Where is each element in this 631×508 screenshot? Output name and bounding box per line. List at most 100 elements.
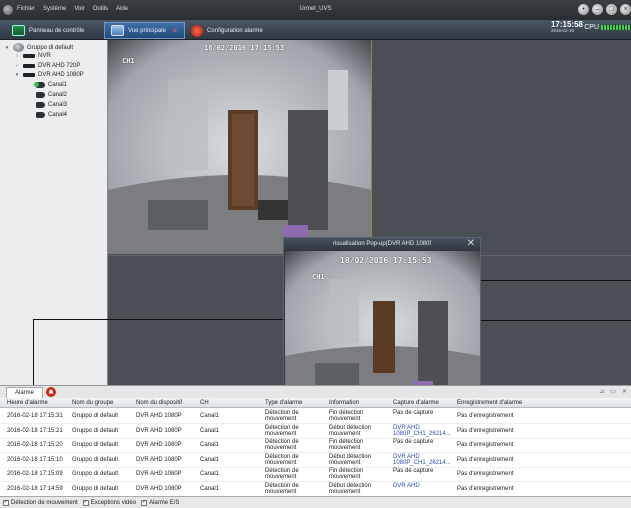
table-cell: DVR AHD 1080P: [136, 456, 182, 463]
dvr-icon: [23, 54, 35, 58]
table-cell: DVR AHD 1080P: [136, 485, 182, 492]
column-header[interactable]: Heure d'alarme: [7, 400, 48, 406]
video-channel-label: CH1: [122, 57, 135, 65]
close-tab-icon[interactable]: ✕: [172, 27, 178, 35]
tree-channel-3[interactable]: Canal3: [36, 102, 67, 108]
popup-video-pane[interactable]: 18/02/2016 17:15:53 CH1: [285, 251, 480, 401]
capture-link[interactable]: DVR AHD: [393, 483, 455, 489]
expand-arrow-icon[interactable]: ▾: [14, 72, 20, 78]
tree-channel-4[interactable]: Canal4: [36, 112, 67, 118]
cpu-meter: CPU: [584, 24, 631, 31]
table-row[interactable]: 2016-02-18 17:15:31 Gruppo di default DVR …: [0, 409, 631, 424]
popup-title: risualisation Pop-up(DVR AHD 1080f: [332, 241, 432, 247]
column-header[interactable]: Nom du dispositif: [136, 400, 182, 406]
menu-fichier[interactable]: Fichier: [17, 6, 35, 12]
table-row[interactable]: 2016-02-18 17:14:59 Gruppo di default DVR …: [0, 482, 631, 496]
tree-device-1080p[interactable]: ▾ DVR AHD 1080P: [14, 72, 84, 78]
clock-date: 2016-02-18: [550, 28, 574, 33]
tab-alarm-config[interactable]: Configuration alarme: [185, 22, 269, 39]
tree-channel-2[interactable]: Canal2: [36, 92, 67, 98]
close-icon[interactable]: ✕: [467, 238, 475, 250]
video-timestamp: 18/02/2016 17:15:53: [340, 256, 432, 265]
cpu-bar: [601, 25, 631, 30]
device-tree: ▾ Gruppo di default › NVR › DVR AHD 720P…: [0, 40, 108, 385]
filter-motion[interactable]: ✓ Détection de mouvement: [3, 499, 78, 506]
video-timestamp: 18/02/2016 17:15:53: [204, 44, 285, 52]
tree-group[interactable]: ▾ Gruppo di default: [4, 43, 73, 52]
tab-alarme[interactable]: Alarme: [6, 387, 44, 398]
close-icon[interactable]: ×: [620, 4, 631, 15]
tree-label: NVR: [38, 53, 51, 59]
tree-label: DVR AHD 720P: [38, 63, 81, 69]
dvr-icon: [23, 64, 35, 68]
filter-io-alarm[interactable]: ✓ Alarme E/S: [141, 499, 179, 506]
column-header[interactable]: Information: [329, 400, 359, 406]
table-cell: DVR AHD 1080P: [136, 442, 182, 448]
column-header[interactable]: Nom du groupe: [72, 400, 113, 406]
video-channel-label: CH1: [312, 273, 325, 281]
tree-label: Canal3: [48, 102, 68, 108]
menu-systeme[interactable]: Système: [43, 6, 66, 12]
clock: 17:15:58 2016-02-18: [551, 21, 583, 34]
camera-icon: [36, 92, 45, 98]
camera-icon: [36, 102, 45, 108]
tab-label: Alarme: [15, 390, 35, 396]
table-cell: Pas d'enregistrement: [457, 485, 514, 492]
table-cell: Début détection mouvement: [329, 453, 372, 466]
column-header[interactable]: CH: [200, 400, 209, 406]
pin-icon[interactable]: ⊿: [599, 388, 604, 395]
alarm-filter-bar: ✓ Détection de mouvement ✓ Exceptions vi…: [0, 496, 631, 508]
table-row[interactable]: 2016-02-18 17:15:21 Gruppo di default DVR …: [0, 424, 631, 439]
table-cell: 2016-02-18 17:15:31: [7, 413, 63, 419]
table-cell: DVR AHD 1080P: [136, 471, 182, 477]
table-row[interactable]: 2016-02-18 17:15:10 Gruppo di default DVR …: [0, 453, 631, 468]
tree-channel-1[interactable]: Canal1: [34, 82, 67, 88]
filter-video-exceptions[interactable]: ✓ Exceptions vidéo: [82, 499, 136, 506]
tab-bar: Panneau de contrôle Vue principale ✕ Con…: [0, 20, 631, 40]
popup-title-bar[interactable]: risualisation Pop-up(DVR AHD 1080f ✕: [284, 238, 480, 250]
expand-arrow-icon[interactable]: ›: [14, 53, 20, 59]
expand-arrow-icon[interactable]: ▾: [4, 45, 10, 51]
tree-device-nvr[interactable]: › NVR: [14, 53, 51, 59]
main-view-icon: [111, 25, 124, 36]
tree-label: Canal4: [48, 112, 68, 118]
column-header[interactable]: Type d'alarme: [265, 400, 303, 406]
tree-device-720p[interactable]: › DVR AHD 720P: [14, 63, 80, 69]
restore-icon[interactable]: ▭: [610, 388, 616, 395]
settings-icon[interactable]: •: [578, 4, 589, 15]
alarm-bell-icon[interactable]: [45, 386, 57, 398]
menu-outils[interactable]: Outils: [93, 6, 108, 12]
capture-link[interactable]: DVR AHD 1080P_CH1_26214...: [393, 454, 455, 466]
callout-line: [481, 280, 631, 281]
table-cell: Pas de capture: [393, 468, 434, 474]
close-panel-icon[interactable]: ✕: [622, 388, 627, 395]
tree-label: Gruppo di default: [27, 44, 74, 51]
table-row[interactable]: 2016-02-18 17:15:09 Gruppo di default DVR …: [0, 467, 631, 482]
camera-icon: [34, 82, 45, 88]
table-cell: 2016-02-18 17:15:21: [7, 427, 63, 434]
table-cell: Gruppo di default: [72, 427, 119, 434]
table-row[interactable]: 2016-02-18 17:15:20 Gruppo di default DVR …: [0, 438, 631, 453]
tab-main-view[interactable]: Vue principale ✕: [104, 22, 185, 39]
maximize-icon[interactable]: □: [606, 4, 617, 15]
tree-label: DVR AHD 1080P: [38, 72, 84, 78]
camera-icon: [36, 112, 45, 118]
column-header[interactable]: Enregistrement d'alarme: [457, 400, 522, 406]
video-pane-ch1[interactable]: 18/02/2016 17:15:53 CH1: [108, 40, 372, 254]
menu-aide[interactable]: Aide: [116, 6, 128, 12]
alarm-table: Heure d'alarme Nom du groupe Nom du disp…: [0, 398, 631, 496]
tab-label: Configuration alarme: [207, 27, 263, 34]
minimize-icon[interactable]: –: [592, 4, 603, 15]
table-cell: Détection de mouvement: [265, 453, 299, 466]
checkbox[interactable]: ✓: [82, 499, 89, 506]
checkbox[interactable]: ✓: [141, 499, 148, 506]
capture-link[interactable]: DVR AHD 1080P_CH1_26214...: [393, 425, 455, 437]
table-cell: Gruppo di default: [72, 485, 119, 492]
column-header[interactable]: Capture d'alarme: [393, 400, 439, 406]
menu-voir[interactable]: Voir: [74, 6, 84, 12]
tab-control-panel[interactable]: Panneau de contrôle: [6, 22, 90, 39]
dvr-icon: [23, 73, 35, 77]
table-cell: Fin détection mouvement: [329, 468, 364, 480]
checkbox[interactable]: ✓: [3, 499, 9, 506]
expand-arrow-icon[interactable]: ›: [14, 63, 20, 69]
